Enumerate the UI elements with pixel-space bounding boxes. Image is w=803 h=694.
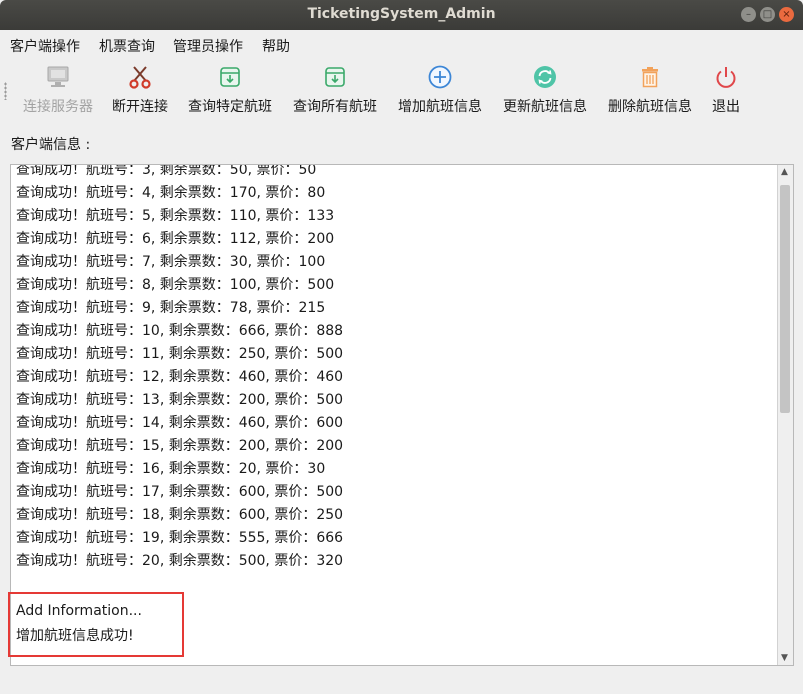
log-line: 查询成功！航班号：17, 剩余票数：600, 票价：500 xyxy=(16,484,344,500)
inbox-download-icon xyxy=(325,67,345,87)
log-line: 查询成功！航班号：5, 剩余票数：110, 票价：133 xyxy=(16,208,335,224)
exit-button[interactable]: 退出 xyxy=(706,58,746,122)
close-button[interactable]: × xyxy=(779,7,794,22)
log-line: 查询成功！航班号：12, 剩余票数：460, 票价：460 xyxy=(16,369,344,385)
window-title: TicketingSystem_Admin xyxy=(307,6,496,22)
delete-flight-button[interactable]: 删除航班信息 xyxy=(604,58,696,122)
disconnect-label: 断开连接 xyxy=(112,99,168,115)
plus-circle-icon xyxy=(428,65,452,89)
add-flight-label: 增加航班信息 xyxy=(398,99,482,115)
menu-help[interactable]: 帮助 xyxy=(262,36,290,56)
client-info-label: 客户端信息 : xyxy=(11,137,91,153)
connect-server-button[interactable]: 连接服务器 xyxy=(18,58,98,122)
log-line: 查询成功！航班号：6, 剩余票数：112, 票价：200 xyxy=(16,231,335,247)
toolbar: 连接服务器 断开连接 查询特定航班 查询所有航班 增加航班信息 更新航班信息 删… xyxy=(0,58,803,122)
add-flight-button[interactable]: 增加航班信息 xyxy=(394,58,486,122)
log-line: 查询成功！航班号：11, 剩余票数：250, 票价：500 xyxy=(16,346,344,362)
query-specific-flight-button[interactable]: 查询特定航班 xyxy=(184,58,276,122)
menu-ticket-query[interactable]: 机票查询 xyxy=(99,36,155,56)
connect-server-label: 连接服务器 xyxy=(23,99,93,115)
log-line: 查询成功！航班号：18, 剩余票数：600, 票价：250 xyxy=(16,507,344,523)
minimize-button[interactable]: – xyxy=(741,7,756,22)
server-icon xyxy=(47,66,69,87)
vertical-scrollbar[interactable]: ▲ ▼ xyxy=(777,165,793,665)
log-line: 查询成功！航班号：14, 剩余票数：460, 票价：600 xyxy=(16,415,344,431)
power-icon xyxy=(716,67,736,88)
log-line: 查询成功！航班号：19, 剩余票数：555, 票价：666 xyxy=(16,530,344,546)
client-info-textarea[interactable]: 查询成功！航班号：3, 剩余票数：50, 票价：50 查询成功！航班号：4, 剩余… xyxy=(10,164,794,666)
exit-label: 退出 xyxy=(712,99,740,115)
query-specific-flight-label: 查询特定航班 xyxy=(188,99,272,115)
add-info-highlight-box xyxy=(8,592,184,657)
log-line: 查询成功！航班号：16, 剩余票数：20, 票价：30 xyxy=(16,461,326,477)
log-line: 查询成功！航班号：9, 剩余票数：78, 票价：215 xyxy=(16,300,326,316)
inbox-download-icon xyxy=(220,67,240,87)
menu-bar: 客户端操作 机票查询 管理员操作 帮助 xyxy=(0,30,803,58)
log-line: 查询成功！航班号：4, 剩余票数：170, 票价：80 xyxy=(16,185,326,201)
scroll-thumb[interactable] xyxy=(780,185,790,413)
update-flight-button[interactable]: 更新航班信息 xyxy=(499,58,591,122)
query-all-flights-button[interactable]: 查询所有航班 xyxy=(289,58,381,122)
scissors-icon xyxy=(129,66,151,89)
query-all-flights-label: 查询所有航班 xyxy=(293,99,377,115)
log-line: 查询成功！航班号：3, 剩余票数：50, 票价：50 xyxy=(16,164,317,178)
log-line: 查询成功！航班号：13, 剩余票数：200, 票价：500 xyxy=(16,392,344,408)
log-line: 查询成功！航班号：10, 剩余票数：666, 票价：888 xyxy=(16,323,344,339)
title-bar: TicketingSystem_Admin – □ × xyxy=(0,0,803,30)
menu-client-ops[interactable]: 客户端操作 xyxy=(10,36,80,56)
scroll-down-icon[interactable]: ▼ xyxy=(781,653,788,663)
log-line: 查询成功！航班号：20, 剩余票数：500, 票价：320 xyxy=(16,553,344,569)
delete-flight-label: 删除航班信息 xyxy=(608,99,692,115)
refresh-icon xyxy=(534,66,556,88)
menu-admin-ops[interactable]: 管理员操作 xyxy=(173,36,243,56)
scroll-up-icon[interactable]: ▲ xyxy=(781,167,788,177)
disconnect-button[interactable]: 断开连接 xyxy=(108,58,172,122)
log-line: 查询成功！航班号：15, 剩余票数：200, 票价：200 xyxy=(16,438,344,454)
log-line: 查询成功！航班号：7, 剩余票数：30, 票价：100 xyxy=(16,254,326,270)
log-line: 查询成功！航班号：8, 剩余票数：100, 票价：500 xyxy=(16,277,335,293)
update-flight-label: 更新航班信息 xyxy=(503,99,587,115)
maximize-button[interactable]: □ xyxy=(760,7,775,22)
trash-icon xyxy=(642,67,658,88)
